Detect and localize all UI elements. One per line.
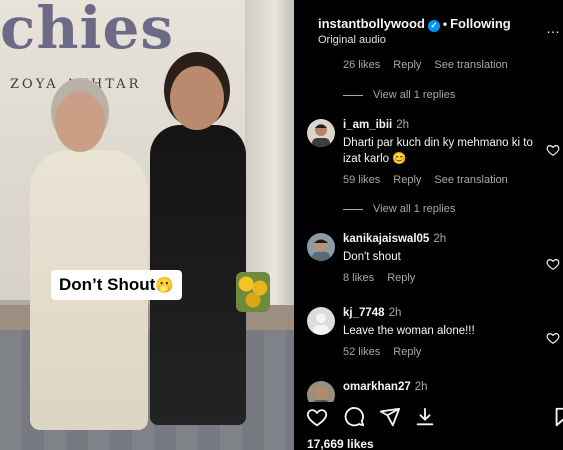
bookmark-icon[interactable]: [552, 406, 563, 428]
video-caption: Don’t Shout🫢: [51, 270, 182, 300]
post-media[interactable]: chies ZOYA AKHTAR Don’t Shout🫢: [0, 0, 294, 450]
comment-like-heart-icon[interactable]: [546, 257, 560, 271]
view-replies-label: View all 1 replies: [373, 203, 456, 215]
original-audio-link[interactable]: Original audio: [318, 34, 386, 46]
see-translation-button[interactable]: See translation: [434, 174, 507, 186]
view-replies[interactable]: View all 1 replies: [343, 203, 455, 215]
comment-user-row: omarkhan27 2h: [343, 381, 428, 393]
post-likes-count[interactable]: 17,669 likes: [307, 437, 374, 450]
caption-emoji: 🫢: [155, 277, 174, 294]
comment-time: 2h: [414, 381, 428, 393]
view-replies-label: View all 1 replies: [373, 89, 456, 101]
see-translation-button[interactable]: See translation: [434, 59, 507, 71]
comment-like-heart-icon[interactable]: [546, 143, 560, 157]
person-left-head: [55, 92, 105, 152]
heart-icon[interactable]: [306, 406, 328, 428]
commenter-username[interactable]: omarkhan27: [343, 381, 411, 393]
verified-badge-icon: ✓: [427, 20, 440, 32]
comment-likes[interactable]: 8 likes: [343, 272, 374, 284]
post-author-row: instantbollywood ✓ • Following: [318, 16, 511, 32]
reply-button[interactable]: Reply: [393, 346, 421, 358]
comment-user-row: i_am_ibii 2h: [343, 119, 409, 131]
comment-user-row: kj_7748 2h: [343, 307, 401, 319]
comment-time: 2h: [433, 233, 447, 245]
comment-meta: 59 likes Reply See translation: [343, 174, 521, 186]
replies-divider: [343, 208, 363, 210]
comment-likes[interactable]: 52 likes: [343, 346, 380, 358]
reply-button[interactable]: Reply: [393, 59, 421, 71]
more-options-icon[interactable]: …: [546, 20, 560, 36]
comment-likes[interactable]: 26 likes: [343, 59, 380, 71]
commenter-avatar[interactable]: [307, 307, 335, 335]
comment-text: Don't shout: [343, 251, 401, 263]
comment-time: 2h: [396, 119, 410, 131]
post-actions-bar: [294, 402, 563, 432]
commenter-avatar[interactable]: [307, 119, 335, 147]
caption-text: Don’t Shout: [59, 275, 156, 294]
comment-meta: 52 likes Reply: [343, 346, 434, 358]
comment-like-heart-icon[interactable]: [546, 331, 560, 345]
comment-meta-prev: 26 likes Reply See translation: [343, 59, 521, 71]
comment-user-row: kanikajaiswal05 2h: [343, 233, 446, 245]
commenter-username[interactable]: kj_7748: [343, 307, 385, 319]
commenter-username[interactable]: kanikajaiswal05: [343, 233, 429, 245]
following-button[interactable]: Following: [450, 16, 511, 31]
comment-icon[interactable]: [343, 406, 365, 428]
post-author-username[interactable]: instantbollywood: [318, 16, 425, 31]
backdrop-brand-subtitle: ZOYA AKHTAR: [10, 77, 142, 92]
post-header: instantbollywood ✓ • Following Original aud…: [294, 0, 563, 50]
commenter-username[interactable]: i_am_ibii: [343, 119, 392, 131]
comment-meta: 8 likes Reply: [343, 272, 428, 284]
comment-text: Leave the woman alone!!!: [343, 325, 475, 337]
separator-dot: •: [442, 17, 448, 31]
comments-panel: instantbollywood ✓ • Following Original aud…: [294, 0, 563, 450]
person-right-head: [170, 66, 224, 130]
comment-time: 2h: [388, 307, 402, 319]
share-icon[interactable]: [379, 406, 401, 428]
download-icon[interactable]: [414, 406, 436, 428]
view-replies-prev[interactable]: View all 1 replies: [343, 89, 455, 101]
reply-button[interactable]: Reply: [393, 174, 421, 186]
backdrop-brand-title: chies: [0, 0, 175, 62]
flower-pot: [236, 272, 270, 312]
reply-button[interactable]: Reply: [387, 272, 415, 284]
replies-divider: [343, 94, 363, 96]
commenter-avatar[interactable]: [307, 233, 335, 261]
comment-text: Dharti par kuch din ky mehmano ki to iza…: [343, 137, 533, 165]
comment-likes[interactable]: 59 likes: [343, 174, 380, 186]
